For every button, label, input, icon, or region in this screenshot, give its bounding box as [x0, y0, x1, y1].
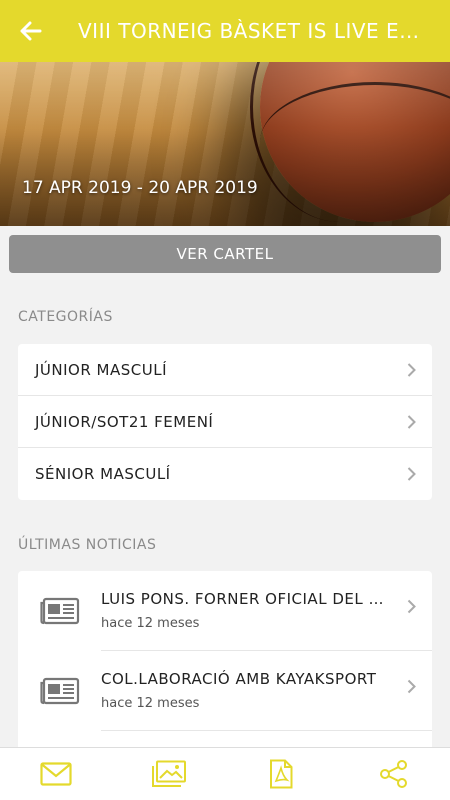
categories-list: JÚNIOR MASCULÍ JÚNIOR/SOT21 FEMENÍ SÉNIO… — [18, 344, 432, 500]
news-time: hace 12 meses — [101, 696, 200, 711]
news-heading: ÚLTIMAS NOTICIAS — [18, 537, 157, 553]
arrow-left-icon — [20, 21, 42, 41]
news-list: LUIS PONS. FORNER OFICIAL DEL TORNEIG ha… — [18, 571, 432, 751]
mail-icon — [40, 762, 72, 786]
news-title: LUIS PONS. FORNER OFICIAL DEL TORNEIG — [101, 590, 386, 608]
categories-heading: CATEGORÍAS — [18, 309, 113, 325]
category-item[interactable]: SÉNIOR MASCULÍ — [18, 448, 432, 500]
mail-button[interactable] — [26, 748, 86, 800]
chevron-right-icon — [407, 467, 416, 481]
view-poster-button[interactable]: VER CARTEL — [9, 235, 441, 273]
category-label: JÚNIOR/SOT21 FEMENÍ — [35, 412, 214, 431]
bottom-toolbar — [0, 747, 450, 800]
newspaper-icon — [18, 571, 101, 651]
news-item[interactable]: LUIS PONS. FORNER OFICIAL DEL TORNEIG ha… — [18, 571, 432, 651]
chevron-right-icon — [407, 599, 416, 614]
pdf-icon — [270, 759, 293, 789]
share-icon — [379, 760, 407, 788]
banner-shade — [0, 62, 450, 226]
category-label: SÉNIOR MASCULÍ — [35, 465, 171, 483]
news-title: COL.LABORACIÓ AMB KAYAKSPORT — [101, 670, 377, 688]
news-item[interactable]: COL.LABORACIÓ AMB KAYAKSPORT hace 12 mes… — [18, 651, 432, 731]
app-bar: VIII TORNEIG BÀSKET IS LIVE EXPERIENCE — [0, 0, 450, 62]
category-item[interactable]: JÚNIOR/SOT21 FEMENÍ — [18, 396, 432, 448]
news-time: hace 12 meses — [101, 616, 200, 631]
event-date: 17 APR 2019 - 20 APR 2019 — [22, 178, 258, 198]
gallery-button[interactable] — [139, 748, 199, 800]
newspaper-icon — [18, 651, 101, 731]
chevron-right-icon — [407, 362, 416, 377]
event-banner: 17 APR 2019 - 20 APR 2019 — [0, 62, 450, 226]
chevron-right-icon — [407, 414, 416, 429]
category-item[interactable]: JÚNIOR MASCULÍ — [18, 344, 432, 396]
pdf-button[interactable] — [251, 748, 311, 800]
share-button[interactable] — [364, 748, 424, 800]
chevron-right-icon — [407, 679, 416, 694]
page-title: VIII TORNEIG BÀSKET IS LIVE EXPERIENCE — [78, 19, 432, 43]
gallery-icon — [151, 760, 186, 787]
back-button[interactable] — [0, 0, 62, 62]
category-label: JÚNIOR MASCULÍ — [35, 360, 168, 379]
